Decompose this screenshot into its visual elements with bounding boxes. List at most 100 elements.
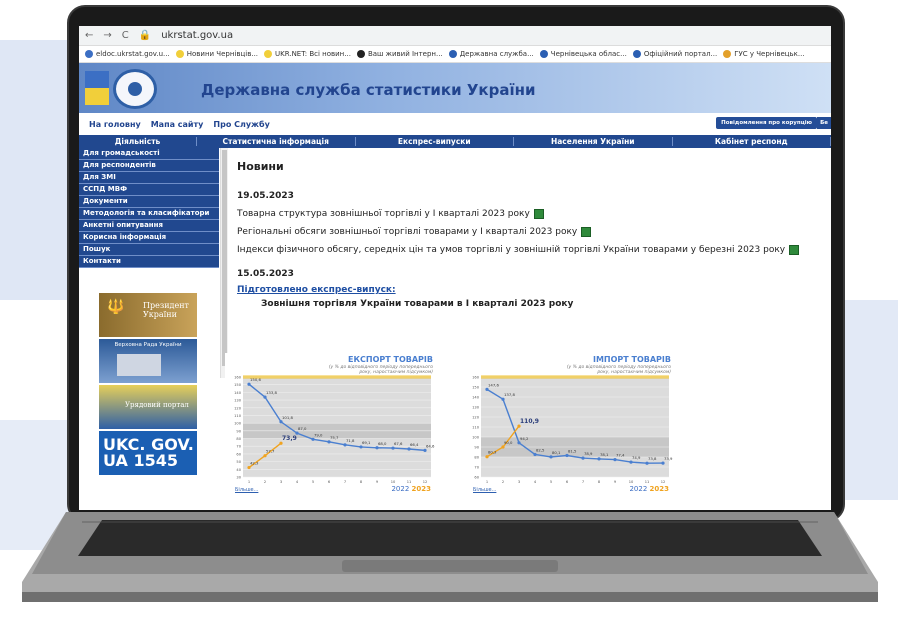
url-text[interactable]: ukrstat.gov.ua [161, 30, 233, 41]
data-label: 87,0 [298, 426, 307, 431]
x-tick-label: 5 [312, 480, 314, 484]
data-point [343, 443, 347, 447]
data-point [263, 454, 267, 458]
y-tick-label: 140 [234, 391, 242, 395]
news-item[interactable]: Індекси фізичного обсягу, середніх цін т… [237, 245, 831, 255]
y-tick-label: 60 [474, 476, 479, 480]
excel-icon[interactable] [581, 227, 592, 237]
express-link[interactable]: Підготовлено експрес-випуск: [237, 285, 831, 295]
data-point [391, 446, 395, 450]
y-tick-label: 90 [474, 446, 479, 450]
bookmark-label[interactable]: Ваш живий Інтерн... [368, 50, 443, 58]
link-home[interactable]: На головну [89, 120, 141, 129]
bookmark-label[interactable]: UKR.NET: Всі новин... [275, 50, 351, 58]
corruption-report-button[interactable]: Повідомлення про корупцію [716, 117, 817, 129]
data-point [629, 460, 633, 464]
flag-icon [85, 71, 109, 105]
data-point [565, 453, 569, 458]
bookmark-label[interactable]: Новини Чернівців... [187, 50, 258, 58]
x-tick-label: 3 [280, 480, 282, 484]
x-tick-label: 3 [518, 480, 520, 484]
legend-2022: 2022 [629, 485, 648, 493]
bookmark-item[interactable]: Ваш живий Інтерн... [356, 50, 443, 58]
y-tick-label: 120 [472, 416, 480, 420]
bookmarks-bar: eldoc.ukrstat.gov.u... Новини Чернівців..… [79, 46, 831, 63]
data-point [311, 437, 315, 441]
news-date: 19.05.2023 [237, 191, 294, 201]
bookmark-label[interactable]: Державна служба... [460, 50, 534, 58]
data-label: 74,9 [632, 455, 641, 460]
address-bar[interactable]: ← → C 🔒 ukrstat.gov.ua [79, 26, 831, 46]
link-sitemap[interactable]: Мапа сайту [151, 120, 204, 129]
sidebar-item[interactable]: Контакти [79, 256, 219, 268]
bookmark-item[interactable]: eldoc.ukrstat.gov.u... [85, 50, 170, 58]
chart-note: (у % до відповідного періоду попередньог… [328, 365, 433, 375]
page-body: Для громадськості Для респондентів Для З… [79, 148, 831, 508]
bookmark-favicon-icon [632, 50, 641, 58]
news-item[interactable]: Регіональні обсяги зовнішньої торгівлі т… [237, 227, 831, 237]
bookmark-item[interactable]: UKR.NET: Всі новин... [264, 50, 351, 58]
y-tick-label: 100 [234, 422, 242, 426]
nav-activity[interactable]: Діяльність [79, 137, 197, 146]
x-tick-label: 1 [248, 480, 250, 484]
y-tick-label: 90 [236, 429, 241, 433]
bookmark-label[interactable]: eldoc.ukrstat.gov.u... [96, 50, 170, 58]
sidebar-item[interactable]: Корисна інформація [79, 232, 219, 244]
bookmark-item[interactable]: Чернівецька облас... [539, 50, 627, 58]
back-icon[interactable]: ← [85, 30, 93, 41]
y-tick-label: 120 [234, 406, 242, 410]
extra-button[interactable]: Бе [817, 117, 831, 129]
bookmark-label[interactable]: ГУС у Чернівецьк... [734, 50, 804, 58]
sidebar-item[interactable]: Анкетні опитування [79, 220, 219, 232]
excel-icon[interactable] [789, 245, 800, 255]
data-label: 66,4 [410, 442, 419, 447]
excel-icon[interactable] [533, 209, 544, 219]
bookmark-item[interactable]: Новини Чернівців... [175, 50, 258, 58]
sidebar-item[interactable]: Пошук [79, 244, 219, 256]
more-link[interactable]: Більше... [473, 487, 496, 493]
bookmark-label[interactable]: Офіційний портал... [644, 50, 717, 58]
bookmark-item[interactable]: Офіційний портал... [632, 50, 717, 58]
y-tick-label: 60 [236, 452, 241, 456]
forward-icon[interactable]: → [103, 30, 111, 41]
rada-banner[interactable]: Верховна Рада України [99, 339, 197, 383]
x-tick-label: 12 [423, 480, 428, 484]
government-portal-banner[interactable]: Урядовий портал [99, 385, 197, 429]
site-logo[interactable] [113, 69, 157, 109]
bookmark-label[interactable]: Чернівецька облас... [551, 50, 627, 58]
news-item[interactable]: Товарна структура зовнішньої торгівлі у … [237, 209, 831, 219]
sidebar-item[interactable]: Документи [79, 196, 219, 208]
sidebar-item[interactable]: Методологія та класифікатори [79, 208, 219, 220]
data-label: 69,1 [362, 440, 371, 445]
lock-icon: 🔒 [138, 30, 152, 41]
x-tick-label: 8 [598, 480, 601, 484]
nav-population[interactable]: Населення України [514, 137, 673, 146]
data-point [613, 458, 617, 462]
data-point [375, 446, 379, 450]
link-about[interactable]: Про Службу [213, 120, 269, 129]
data-label: 137,8 [504, 392, 515, 397]
bookmark-item[interactable]: Державна служба... [448, 50, 534, 58]
nav-express[interactable]: Експрес-випуски [356, 137, 514, 146]
hotline-banner[interactable]: UKC. GOV. UA 1545 [99, 431, 197, 475]
nav-respondent[interactable]: Кабінет респонд [673, 137, 831, 146]
bookmark-favicon-icon [264, 50, 273, 58]
sidebar-item[interactable]: ССПД МВФ [79, 184, 219, 196]
sidebar-item[interactable]: Для ЗМІ [79, 172, 219, 184]
data-point [501, 397, 505, 401]
president-banner[interactable]: 🔱 Президент України [99, 293, 197, 337]
data-point [549, 455, 553, 459]
bookmark-item[interactable]: ГУС у Чернівецьк... [723, 50, 805, 58]
data-point [501, 445, 505, 449]
sidebar-item[interactable]: Для респондентів [79, 160, 219, 172]
data-point [263, 395, 267, 399]
legend-2022: 2022 [391, 485, 410, 493]
nav-statistics[interactable]: Статистична інформація [197, 137, 356, 146]
more-link[interactable]: Більше... [235, 487, 258, 493]
reload-icon[interactable]: C [122, 30, 129, 41]
y-tick-label: 130 [472, 406, 480, 410]
data-label: 101,8 [282, 415, 293, 420]
sidebar-item[interactable]: Для громадськості [79, 148, 219, 160]
data-point [327, 440, 331, 444]
data-label: 150,6 [250, 377, 261, 382]
